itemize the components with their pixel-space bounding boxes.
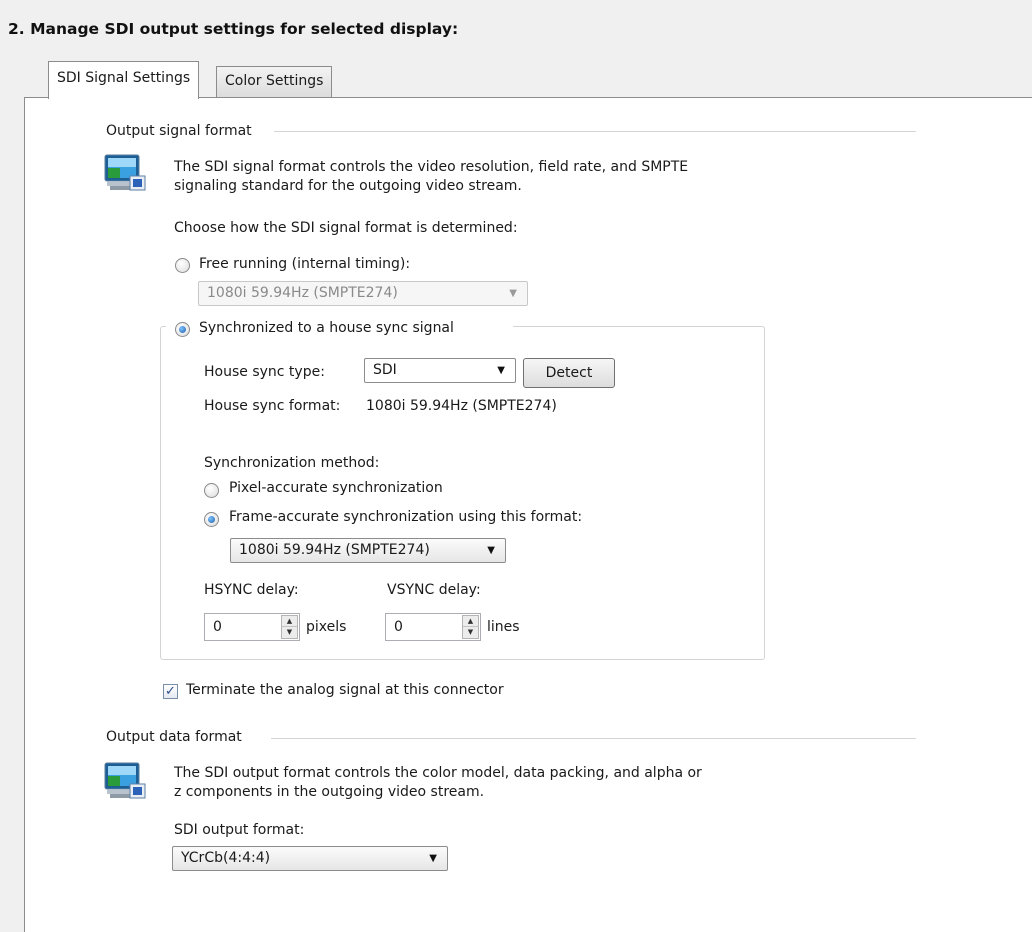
sdi-output-format-dropdown[interactable]: YCrCb(4:4:4) ▼ [172,846,448,871]
spin-up-icon[interactable]: ▲ [282,616,297,627]
monitor-icon [104,762,146,799]
sdi-output-format-label: SDI output format: [174,822,305,838]
output-signal-format-label: Output signal format [106,123,252,139]
tab-content: Output signal format The SDI signal form… [0,0,1032,932]
choose-format-label: Choose how the SDI signal format is dete… [174,220,518,236]
group-separator [274,131,916,132]
pixel-accurate-radio[interactable] [204,483,219,498]
free-running-format-dropdown[interactable]: 1080i 59.94Hz (SMPTE274) ▼ [198,281,528,306]
pixel-accurate-label: Pixel-accurate synchronization [229,480,443,496]
group-separator [271,738,916,739]
vsync-delay-input[interactable]: 0 ▲ ▼ [385,613,481,641]
output-data-format-label: Output data format [106,729,242,745]
signal-description-line1: The SDI signal format controls the video… [174,159,689,175]
vsync-delay-label: VSYNC delay: [387,582,481,598]
data-description-line1: The SDI output format controls the color… [174,765,702,781]
hsync-unit-label: pixels [306,619,347,635]
house-sync-type-label: House sync type: [204,364,325,380]
frame-accurate-radio[interactable] [204,512,219,527]
hsync-delay-value: 0 [213,619,222,635]
signal-description-line2: signaling standard for the outgoing vide… [174,178,522,194]
vsync-unit-label: lines [487,619,520,635]
terminate-label: Terminate the analog signal at this conn… [186,682,504,698]
house-sync-format-value: 1080i 59.94Hz (SMPTE274) [366,398,557,414]
chevron-down-icon: ▼ [487,545,495,556]
detect-button[interactable]: Detect [523,358,615,388]
spin-down-icon[interactable]: ▼ [463,627,478,638]
house-sync-format-label: House sync format: [204,398,341,414]
chevron-down-icon: ▼ [509,288,517,299]
frame-format-value: 1080i 59.94Hz (SMPTE274) [239,542,430,558]
sync-method-label: Synchronization method: [204,455,380,471]
synchronized-label: Synchronized to a house sync signal [199,320,454,336]
monitor-icon [104,154,146,191]
spin-up-icon[interactable]: ▲ [463,616,478,627]
frame-accurate-label: Frame-accurate synchronization using thi… [229,509,583,525]
data-description-line2: z components in the outgoing video strea… [174,784,485,800]
free-running-label: Free running (internal timing): [199,256,411,272]
vsync-delay-value: 0 [394,619,403,635]
sdi-output-format-value: YCrCb(4:4:4) [181,850,271,866]
hsync-delay-input[interactable]: 0 ▲ ▼ [204,613,300,641]
free-running-format-value: 1080i 59.94Hz (SMPTE274) [207,285,398,301]
spin-down-icon[interactable]: ▼ [282,627,297,638]
vsync-spinner[interactable]: ▲ ▼ [462,615,479,639]
frame-format-dropdown[interactable]: 1080i 59.94Hz (SMPTE274) ▼ [230,538,506,563]
synchronized-radio[interactable] [175,322,190,337]
house-sync-type-value: SDI [373,362,397,378]
hsync-delay-label: HSYNC delay: [204,582,299,598]
house-sync-type-dropdown[interactable]: SDI ▼ [364,358,516,383]
chevron-down-icon: ▼ [429,853,437,864]
chevron-down-icon: ▼ [497,365,505,376]
hsync-spinner[interactable]: ▲ ▼ [281,615,298,639]
free-running-radio[interactable] [175,258,190,273]
terminate-checkbox[interactable]: ✓ [163,684,178,699]
